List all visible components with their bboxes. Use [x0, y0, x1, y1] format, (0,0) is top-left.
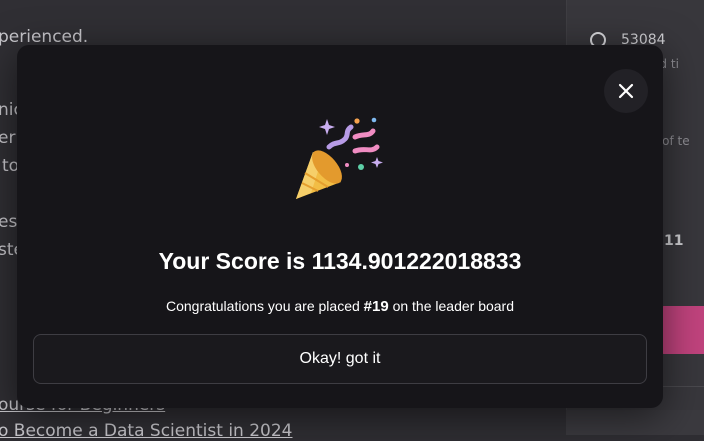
score-title: Your Score is 1134.901222018833 [17, 248, 663, 275]
leaderboard-rank: #19 [363, 298, 389, 315]
background-text: perienced. [0, 27, 89, 47]
close-icon [618, 83, 634, 99]
close-button[interactable] [604, 69, 648, 113]
background-text: er [0, 128, 16, 148]
score-value: 1134.901222018833 [311, 248, 522, 274]
background-link[interactable]: o Become a Data Scientist in 2024 [0, 421, 293, 441]
congrats-message: Congratulations you are placed #19 on th… [17, 298, 663, 315]
okay-button[interactable]: Okay! got it [33, 334, 647, 384]
sidebar-action-button[interactable] [660, 306, 704, 354]
sidebar-value: 11 [664, 233, 684, 249]
congrats-suffix: on the leader board [388, 298, 515, 314]
sidebar-card [566, 410, 704, 435]
score-modal: Your Score is 1134.901222018833 Congratu… [17, 45, 663, 408]
party-popper-icon [296, 117, 383, 199]
congrats-prefix: Congratulations you are placed [165, 298, 364, 314]
score-label: Your Score is [158, 248, 312, 274]
